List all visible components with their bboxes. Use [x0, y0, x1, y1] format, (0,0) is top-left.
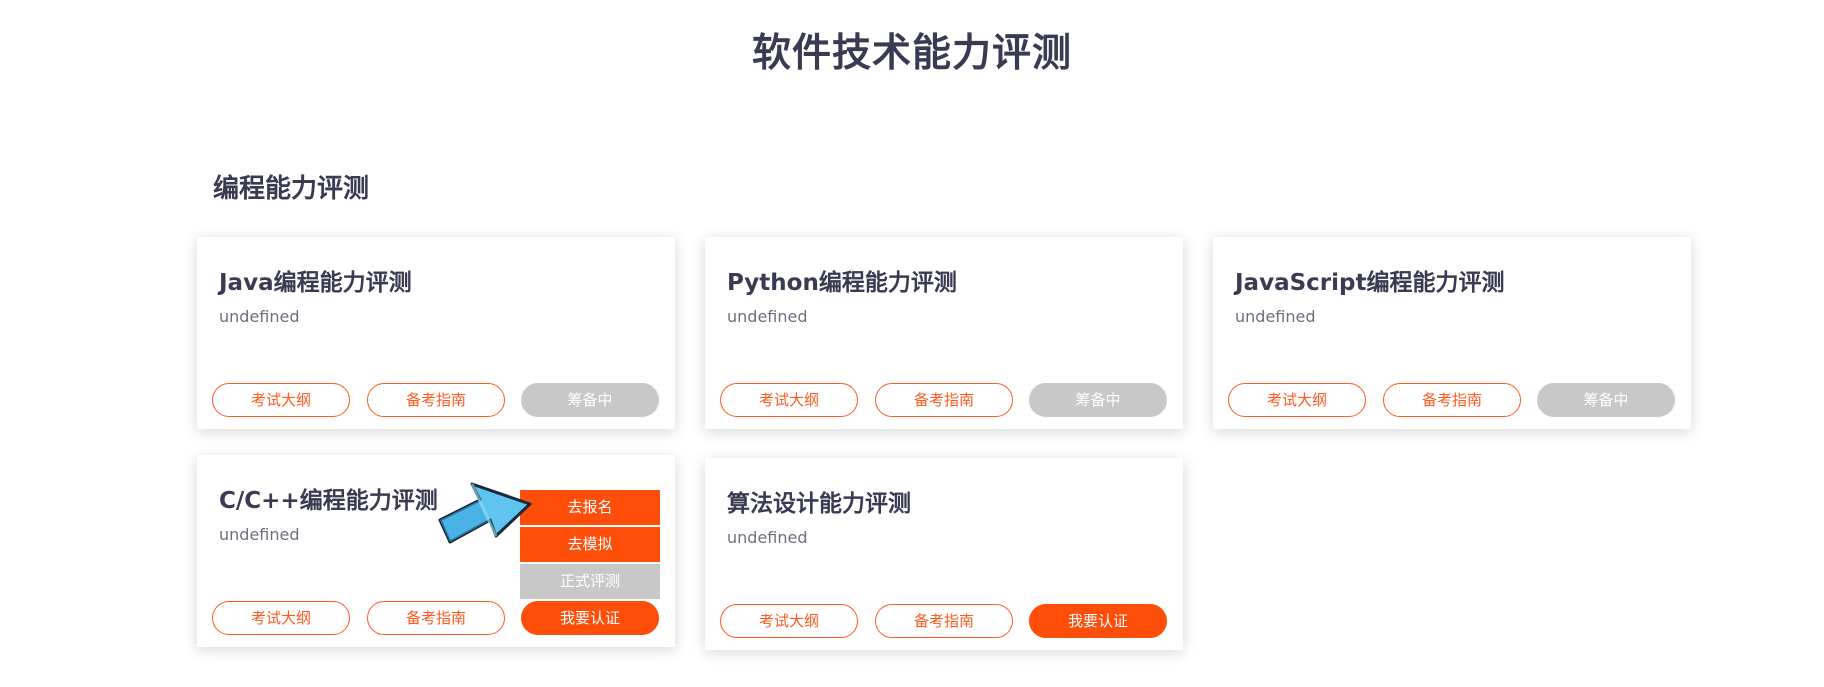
- card-javascript: JavaScript编程能力评测 undefined 考试大纲 备考指南 筹备中: [1213, 237, 1691, 429]
- card-java: Java编程能力评测 undefined 考试大纲 备考指南 筹备中: [197, 237, 675, 429]
- card-title: C/C++编程能力评测: [219, 488, 438, 514]
- syllabus-button[interactable]: 考试大纲: [1228, 383, 1366, 417]
- syllabus-button[interactable]: 考试大纲: [212, 601, 350, 635]
- pointer-arrow-icon: [438, 482, 532, 544]
- page-title: 软件技术能力评测: [751, 31, 1072, 76]
- guide-button[interactable]: 备考指南: [367, 383, 505, 417]
- guide-button[interactable]: 备考指南: [875, 604, 1013, 638]
- card-title: Python编程能力评测: [727, 270, 957, 296]
- card-title: 算法设计能力评测: [727, 491, 911, 517]
- preparing-button[interactable]: 筹备中: [1537, 383, 1675, 417]
- card-desc: undefined: [1235, 307, 1316, 326]
- card-python: Python编程能力评测 undefined 考试大纲 备考指南 筹备中: [705, 237, 1183, 429]
- preparing-button[interactable]: 筹备中: [521, 383, 659, 417]
- certify-dropdown-menu: 去报名 去模拟 正式评测: [520, 490, 660, 601]
- preparing-button[interactable]: 筹备中: [1029, 383, 1167, 417]
- syllabus-button[interactable]: 考试大纲: [720, 604, 858, 638]
- section-title: 编程能力评测: [213, 174, 370, 204]
- menu-item-register[interactable]: 去报名: [520, 490, 660, 525]
- certify-button[interactable]: 我要认证: [1029, 604, 1167, 638]
- syllabus-button[interactable]: 考试大纲: [720, 383, 858, 417]
- card-desc: undefined: [219, 525, 300, 544]
- card-desc: undefined: [727, 528, 808, 547]
- card-desc: undefined: [219, 307, 300, 326]
- card-title: Java编程能力评测: [219, 270, 412, 296]
- certify-button[interactable]: 我要认证: [521, 601, 659, 635]
- menu-item-practice[interactable]: 去模拟: [520, 527, 660, 562]
- card-algorithm: 算法设计能力评测 undefined 考试大纲 备考指南 我要认证: [705, 458, 1183, 650]
- guide-button[interactable]: 备考指南: [367, 601, 505, 635]
- card-title: JavaScript编程能力评测: [1235, 270, 1505, 296]
- card-desc: undefined: [727, 307, 808, 326]
- guide-button[interactable]: 备考指南: [1383, 383, 1521, 417]
- menu-item-official-exam[interactable]: 正式评测: [520, 564, 660, 599]
- guide-button[interactable]: 备考指南: [875, 383, 1013, 417]
- syllabus-button[interactable]: 考试大纲: [212, 383, 350, 417]
